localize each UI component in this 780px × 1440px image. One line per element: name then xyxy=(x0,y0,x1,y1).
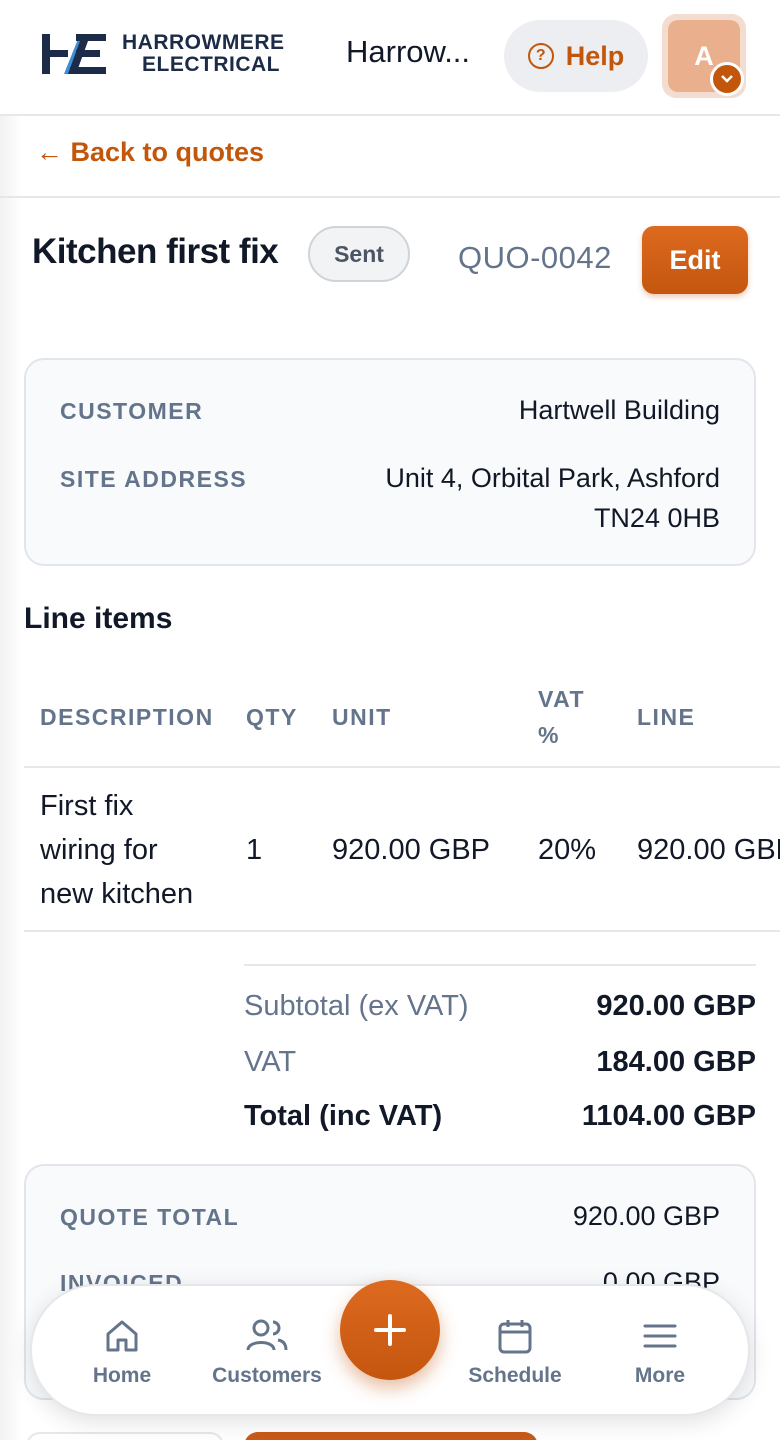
logo-line1: HARROWMERE xyxy=(122,31,285,54)
users-icon xyxy=(246,1319,288,1351)
vat-value: 184.00 GBP xyxy=(596,1046,756,1078)
nav-home-label: Home xyxy=(92,1364,152,1387)
help-icon: ? xyxy=(527,43,554,69)
nav-home[interactable]: Home xyxy=(72,1286,172,1418)
customer-value[interactable]: Hartwell Building xyxy=(519,390,720,430)
customer-label: CUSTOMER xyxy=(60,398,204,424)
row-vat: 20% xyxy=(538,834,597,866)
help-label: Help xyxy=(565,40,625,71)
line-items-heading: Line items xyxy=(24,602,173,635)
top-bar: HARROWMERE ELECTRICAL Harrow... ? Help A xyxy=(0,0,780,116)
description-line: wiring for xyxy=(40,834,158,866)
col-vat-percent: % xyxy=(538,722,560,748)
details-card: CUSTOMER Hartwell Building SITE ADDRESS … xyxy=(24,358,756,566)
row-line-clip: 920.00 GBP xyxy=(637,828,780,872)
primary-action-button[interactable] xyxy=(244,1432,538,1440)
description-line: new kitchen xyxy=(40,878,194,910)
description-line: First fix xyxy=(40,790,134,822)
row-qty: 1 xyxy=(246,834,263,866)
col-vat: VAT xyxy=(538,686,586,712)
site-address-label: SITE ADDRESS xyxy=(60,466,248,492)
logo-line2: ELECTRICAL xyxy=(142,53,280,76)
col-line: LINE xyxy=(637,704,696,730)
org-name[interactable]: Harrow... xyxy=(346,34,470,70)
nav-more-label: More xyxy=(634,1364,686,1387)
row-unit: 920.00 GBP xyxy=(332,834,490,866)
logo-mark-icon xyxy=(42,34,106,74)
add-button[interactable] xyxy=(340,1280,440,1380)
status-badge: Sent xyxy=(308,226,410,282)
calendar-icon xyxy=(498,1320,532,1354)
table-row-divider xyxy=(24,930,780,932)
col-unit: UNIT xyxy=(332,704,392,730)
table-header-divider xyxy=(24,766,780,768)
site-address-line2: TN24 0HB xyxy=(593,503,720,533)
quote-total-label: QUOTE TOTAL xyxy=(60,1204,240,1230)
plus-icon xyxy=(374,1314,406,1346)
account-menu[interactable]: A xyxy=(662,14,746,98)
chevron-down-icon xyxy=(710,62,744,96)
site-address-line1: Unit 4, Orbital Park, Ashford xyxy=(385,463,720,493)
nav-schedule[interactable]: Schedule xyxy=(462,1286,568,1418)
row-description: First fix wiring for new kitchen xyxy=(40,784,193,916)
help-button[interactable]: ? Help xyxy=(504,20,648,92)
page-title: Kitchen first fix xyxy=(32,232,279,271)
home-icon xyxy=(106,1320,138,1352)
back-bar: ← Back to quotes xyxy=(0,118,780,198)
secondary-action-button[interactable] xyxy=(26,1432,224,1440)
col-qty: QTY xyxy=(246,704,298,730)
nav-more[interactable]: More xyxy=(610,1286,710,1418)
company-logo[interactable]: HARROWMERE ELECTRICAL xyxy=(40,30,285,78)
quote-number: QUO-0042 xyxy=(458,240,612,275)
logo-wordmark: HARROWMERE ELECTRICAL xyxy=(122,32,285,76)
totals-divider xyxy=(244,964,756,966)
nav-customers-label: Customers xyxy=(212,1364,322,1387)
edge-shadow xyxy=(0,0,22,1440)
total-value: 1104.00 GBP xyxy=(581,1100,756,1132)
total-label: Total (inc VAT) xyxy=(244,1100,443,1132)
subtotal-label: Subtotal (ex VAT) xyxy=(244,990,469,1022)
vat-label: VAT xyxy=(244,1046,297,1078)
row-line: 920.00 GBP xyxy=(637,834,780,866)
site-address-value: Unit 4, Orbital Park, Ashford TN24 0HB xyxy=(385,458,720,538)
edit-button[interactable]: Edit xyxy=(642,226,748,294)
subtotal-value: 920.00 GBP xyxy=(596,990,756,1022)
col-description: DESCRIPTION xyxy=(40,704,214,730)
menu-icon xyxy=(643,1324,677,1348)
back-to-quotes-link[interactable]: ← Back to quotes xyxy=(36,137,264,168)
nav-schedule-label: Schedule xyxy=(468,1364,562,1387)
quote-total-value: 920.00 GBP xyxy=(572,1201,720,1231)
nav-customers[interactable]: Customers xyxy=(202,1286,332,1418)
